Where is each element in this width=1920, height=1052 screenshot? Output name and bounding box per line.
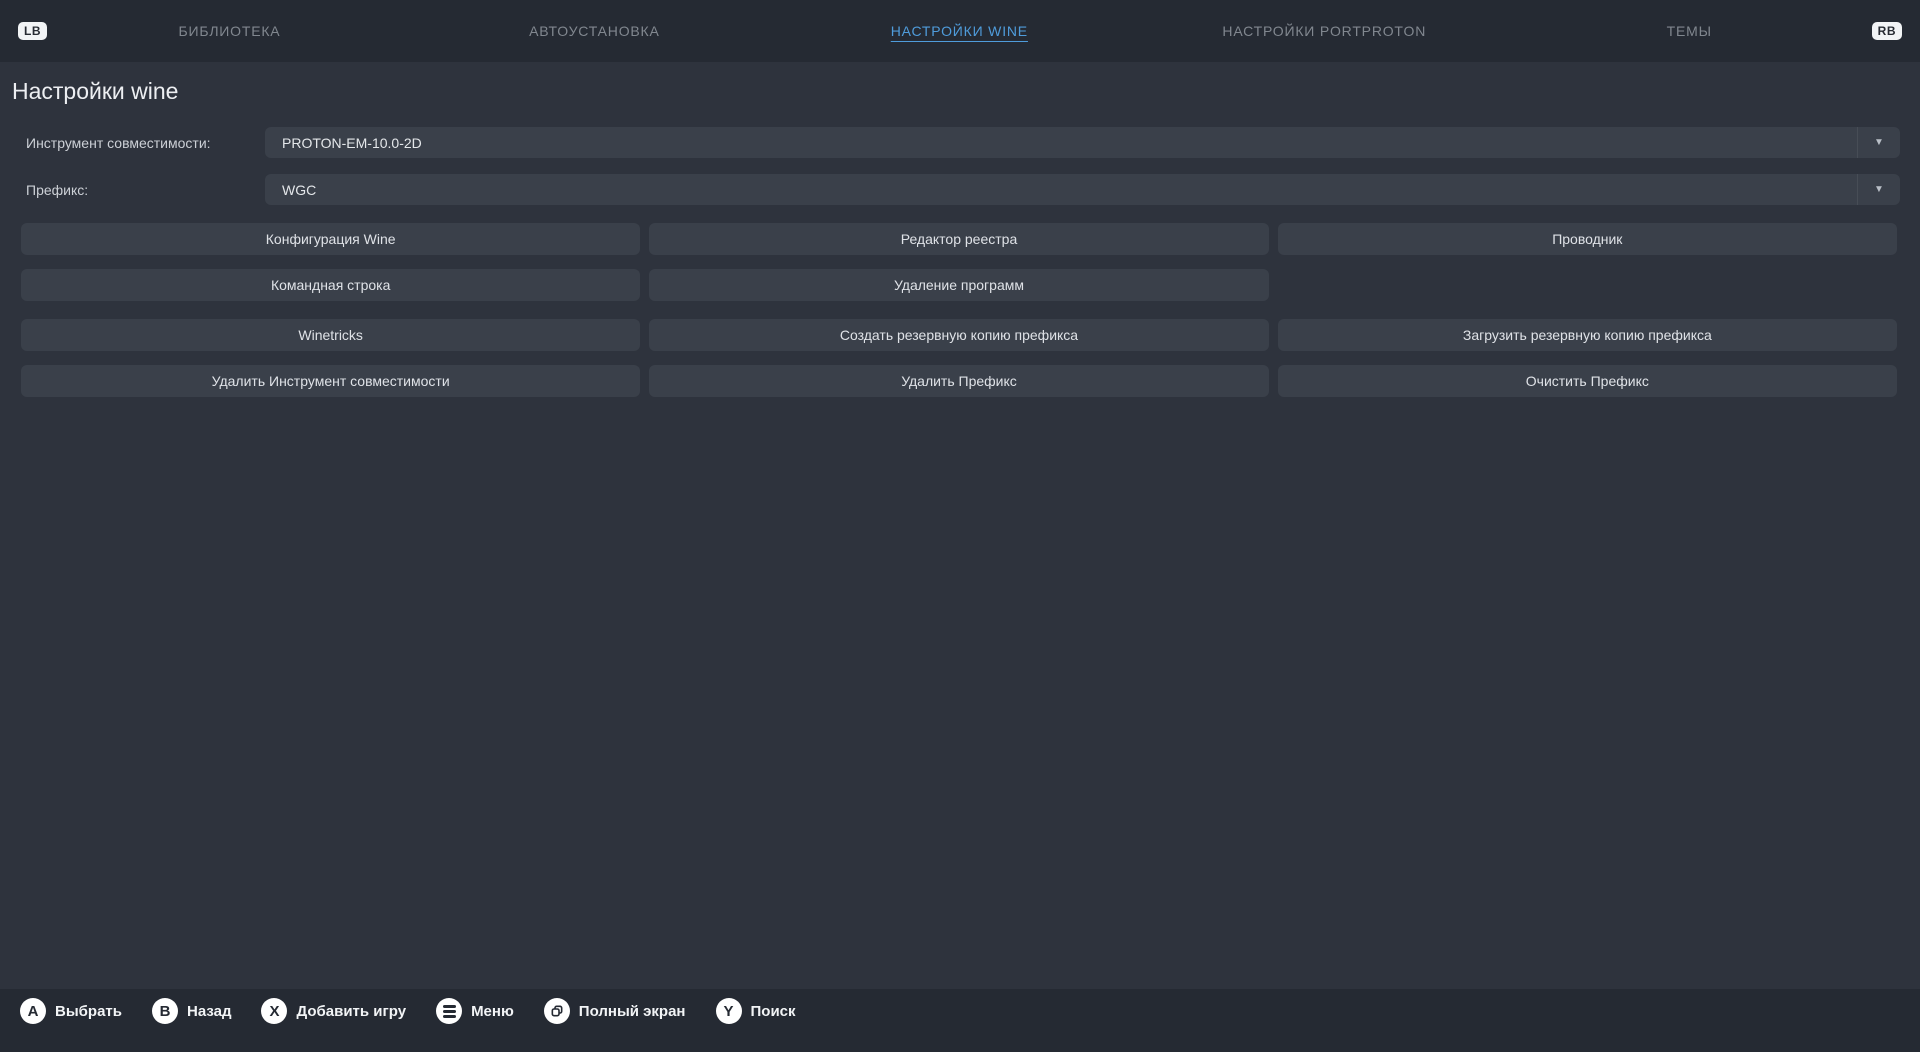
dropdown-value: WGC [282,182,1857,198]
gamepad-hint: Y Поиск [716,998,796,1024]
gamepad-hint: X Добавить игру [261,998,406,1024]
gamepad-hint-label: Полный экран [579,1003,686,1020]
tab-autoinstall[interactable]: АВТОУСТАНОВКА [412,13,777,49]
wine-action-button[interactable]: Загрузить резервную копию префикса [1278,319,1897,351]
top-navigation-bar: LB БИБЛИОТЕКААВТОУСТАНОВКАНАСТРОЙКИ WINE… [0,0,1920,62]
compatibility-tool-dropdown[interactable]: PROTON-EM-10.0-2D ▼ [265,127,1900,158]
gamepad-y-icon: Y [716,998,742,1024]
gamepad-hint: Полный экран [544,998,686,1024]
fullscreen-icon [544,998,570,1024]
wine-action-button[interactable]: Winetricks [21,319,640,351]
tab-wine-settings[interactable]: НАСТРОЙКИ WINE [777,13,1142,49]
wine-action-button[interactable]: Удалить Инструмент совместимости [21,365,640,397]
gamepad-hint-label: Выбрать [55,1003,122,1020]
page-title: Настройки wine [12,78,1920,105]
field-row: Инструмент совместимости: PROTON-EM-10.0… [26,127,1900,158]
menu-icon [436,998,462,1024]
dropdown-value: PROTON-EM-10.0-2D [282,135,1857,151]
lb-bumper-badge: LB [18,22,47,40]
wine-action-button[interactable]: Удаление программ [649,269,1268,301]
chevron-down-icon: ▼ [1857,174,1900,205]
wine-action-group: Winetricks Создать резервную копию префик… [21,319,1897,397]
wine-action-button[interactable]: Конфигурация Wine [21,223,640,255]
prefix-dropdown[interactable]: WGC ▼ [265,174,1900,205]
gamepad-hint-label: Добавить игру [296,1003,406,1020]
gamepad-a-icon: A [20,998,46,1024]
tab-library[interactable]: БИБЛИОТЕКА [47,13,412,49]
rb-bumper-badge: RB [1872,22,1902,40]
wine-action-button[interactable]: Редактор реестра [649,223,1268,255]
wine-action-button[interactable]: Командная строка [21,269,640,301]
gamepad-hint-label: Меню [471,1003,514,1020]
gamepad-x-icon: X [261,998,287,1024]
gamepad-hint: B Назад [152,998,231,1024]
field-row: Префикс: WGC ▼ [26,174,1900,205]
chevron-down-icon: ▼ [1857,127,1900,158]
gamepad-b-icon: B [152,998,178,1024]
wine-action-button[interactable]: Очистить Префикс [1278,365,1897,397]
wine-action-group: Конфигурация Wine Редактор реестра Проводн… [21,223,1897,301]
field-label: Префикс: [26,182,265,198]
wine-action-button[interactable]: Создать резервную копию префикса [649,319,1268,351]
wine-action-button[interactable]: Проводник [1278,223,1897,255]
settings-fields: Инструмент совместимости: PROTON-EM-10.0… [0,127,1920,205]
gamepad-hint-label: Назад [187,1003,231,1020]
field-label: Инструмент совместимости: [26,135,265,151]
gamepad-hint: Меню [436,998,514,1024]
wine-actions: Конфигурация Wine Редактор реестра Проводн… [0,223,1920,397]
tab-themes[interactable]: ТЕМЫ [1507,13,1872,49]
wine-action-button[interactable]: Удалить Префикс [649,365,1268,397]
gamepad-hint: A Выбрать [20,998,122,1024]
gamepad-hint-label: Поиск [751,1003,796,1020]
tab-bar: БИБЛИОТЕКААВТОУСТАНОВКАНАСТРОЙКИ WINEНАС… [47,13,1872,49]
tab-portproton-settings[interactable]: НАСТРОЙКИ PORTPROTON [1142,13,1507,49]
wine-settings-page: Настройки wine Инструмент совместимости:… [0,78,1920,397]
gamepad-hint-bar: A Выбрать B Назад X Добавить игру Меню П… [0,989,1920,1052]
